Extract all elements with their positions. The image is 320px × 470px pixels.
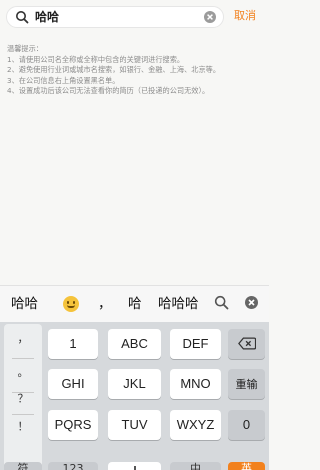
symbols-mode-button[interactable]: 符: [4, 462, 42, 470]
candidate-item[interactable]: 哈哈哈: [158, 295, 204, 313]
key-jkl[interactable]: JKL: [108, 369, 161, 399]
clear-icon[interactable]: [203, 10, 217, 24]
search-query-text: 哈哈: [35, 10, 60, 24]
key-1[interactable]: 1: [48, 329, 98, 359]
backspace-icon: [237, 337, 256, 350]
tips-line: 4、设置成功后该公司无法查看你的简历（已投递的公司无效）。: [7, 86, 210, 96]
t9-keyboard: ， 。 ？ ！ 1 ABC DEF GHI JKL MNO 重输 PQRS TU…: [0, 322, 269, 470]
candidate-item[interactable]: ，: [98, 295, 112, 313]
key-def[interactable]: DEF: [170, 329, 221, 359]
symbol-key[interactable]: ？: [4, 390, 42, 406]
space-key[interactable]: [108, 462, 161, 470]
backspace-button[interactable]: [228, 329, 265, 359]
tips-title: 温馨提示：: [7, 44, 43, 53]
enter-button[interactable]: 英: [228, 462, 265, 470]
cancel-button[interactable]: 取消: [234, 9, 256, 23]
key-ghi[interactable]: GHI: [48, 369, 98, 399]
symbol-key[interactable]: ，: [4, 330, 42, 346]
search-bar: 哈哈 取消: [0, 0, 269, 33]
key-pqrs[interactable]: PQRS: [48, 410, 98, 440]
numbers-mode-button[interactable]: 123: [48, 462, 98, 470]
key-abc[interactable]: ABC: [108, 329, 161, 359]
candidate-search-icon[interactable]: [214, 295, 229, 310]
symbol-key[interactable]: ！: [4, 418, 42, 434]
language-switch-button[interactable]: 中: [170, 462, 221, 470]
tips-line: 2、避免使用行业词或城市名搜索，如银行、金融、上海、北京等。: [7, 65, 221, 75]
candidate-item[interactable]: 哈: [128, 295, 142, 313]
search-input[interactable]: 哈哈: [6, 6, 224, 28]
search-icon: [16, 11, 29, 24]
candidate-item[interactable]: 哈哈: [11, 295, 38, 313]
search-tips: 温馨提示： 1、请使用公司名全称或全称中包含的关键词进行搜索。 2、避免使用行业…: [7, 44, 263, 97]
key-0[interactable]: 0: [228, 410, 265, 440]
symbol-column[interactable]: ， 。 ？ ！: [4, 324, 42, 468]
reenter-button[interactable]: 重输: [228, 369, 265, 399]
emoji-candidate-icon[interactable]: [63, 296, 79, 312]
tips-line: 1、请使用公司名全称或全称中包含的关键词进行搜索。: [7, 54, 185, 64]
key-mno[interactable]: MNO: [170, 369, 221, 399]
candidate-close-icon[interactable]: [244, 295, 259, 310]
key-wxyz[interactable]: WXYZ: [170, 410, 221, 440]
tips-line: 3、在公司信息右上角设置黑名单。: [7, 75, 120, 85]
mic-icon: [133, 466, 136, 470]
symbol-key[interactable]: 。: [4, 364, 42, 380]
key-tuv[interactable]: TUV: [108, 410, 161, 440]
